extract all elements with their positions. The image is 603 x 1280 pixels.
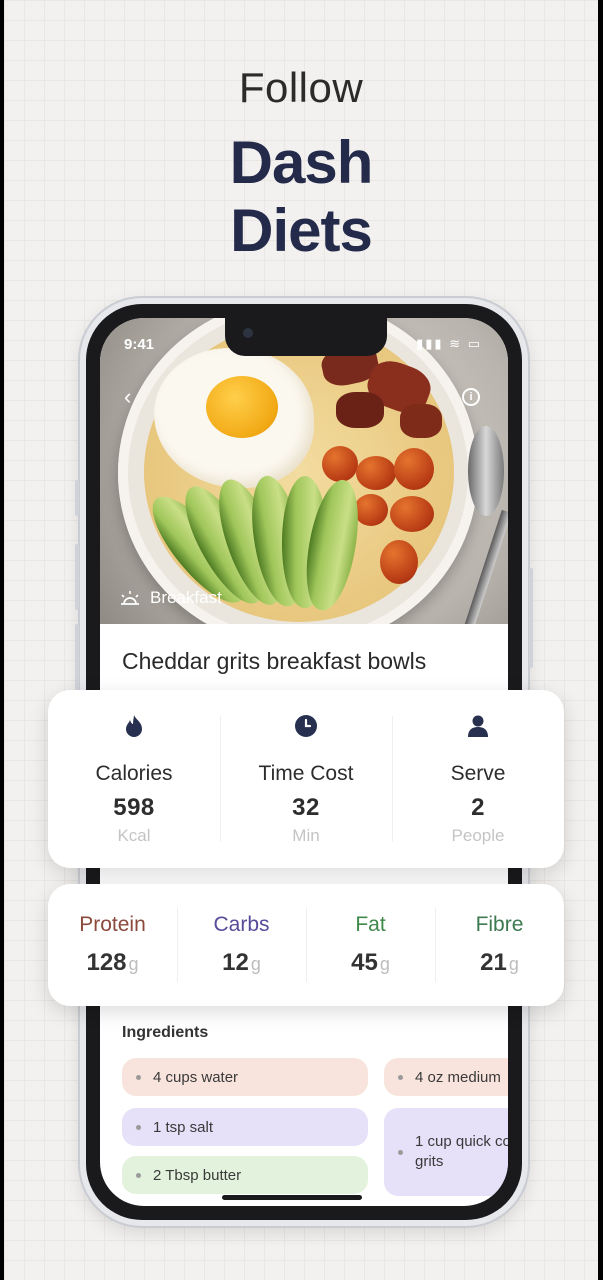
macros-card: Protein 128 g Carbs 12 g Fat 45 g Fibre 21 g — [48, 884, 564, 1006]
macro-unit: g — [128, 954, 139, 974]
macro-unit: g — [250, 954, 261, 974]
stat-label: Time Cost — [258, 762, 354, 785]
tomato-image — [356, 456, 396, 490]
ingredient-text: 2 Tbsp butter — [153, 1166, 242, 1184]
macro-fibre: Fibre 21 g — [435, 884, 564, 1006]
ingredient-chip[interactable]: 4 oz medium — [384, 1058, 508, 1096]
macro-name: Carbs — [213, 913, 270, 936]
macro-name: Fibre — [475, 913, 524, 936]
stat-label: Serve — [450, 762, 506, 785]
phone-mute-switch — [75, 480, 79, 516]
bullet-dot — [398, 1149, 403, 1155]
ingredient-chip[interactable]: 1 cup quick co grits — [384, 1108, 508, 1196]
phone-volume-down — [75, 624, 79, 690]
macro-name: Protein — [79, 913, 146, 936]
bullet-dot — [136, 1074, 141, 1080]
tomato-image — [380, 540, 418, 584]
recipe-hero-photo — [100, 318, 508, 624]
recipe-stats-card: Calories 598 Kcal Time Cost 32 Min Serve… — [48, 690, 564, 868]
macro-value-row: 12 g — [177, 949, 306, 977]
status-bar-icons: ▮▮▮ ≋ ▭ — [416, 336, 482, 351]
spoon-image — [468, 426, 504, 516]
recipe-title: Cheddar grits breakfast bowls — [122, 648, 427, 674]
stat-time-cost: Time Cost 32 Min — [220, 690, 392, 868]
macro-fat: Fat 45 g — [306, 884, 435, 1006]
ingredient-chip[interactable]: 2 Tbsp butter — [122, 1156, 368, 1194]
ingredient-chip[interactable]: 4 cups water — [122, 1058, 368, 1096]
promo-line-follow: Follow — [238, 64, 364, 111]
ingredient-text: 4 cups water — [153, 1068, 239, 1086]
bullet-dot — [398, 1074, 403, 1080]
promo-line-dash: Dash — [229, 129, 374, 196]
promo-canvas: Follow Dash Diets 9:41 ▮▮▮ ≋ ▭ ‹ i Break… — [4, 0, 598, 1280]
macro-value: 45 — [351, 949, 378, 976]
phone-volume-up — [75, 544, 79, 610]
tomato-image — [394, 448, 434, 490]
macro-protein: Protein 128 g — [48, 884, 177, 1006]
stat-unit: Min — [292, 826, 320, 845]
stat-unit: People — [451, 826, 505, 845]
info-icon[interactable]: i — [462, 388, 480, 406]
tomato-image — [390, 496, 434, 532]
macro-value-row: 45 g — [306, 949, 435, 977]
ingredient-text: 1 cup quick co grits — [415, 1133, 508, 1170]
ingredients-title: Ingredients — [122, 1024, 209, 1041]
stat-label: Calories — [95, 762, 173, 785]
bacon-image — [336, 392, 384, 428]
promo-line-diets: Diets — [230, 197, 373, 264]
macro-value: 128 — [86, 949, 127, 976]
sunrise-icon — [121, 591, 139, 605]
meal-type-tag: Breakfast — [118, 588, 222, 608]
phone-notch — [225, 318, 387, 356]
chevron-left-icon[interactable]: ‹ — [124, 384, 131, 410]
tomato-image — [322, 446, 358, 482]
home-indicator[interactable] — [222, 1195, 362, 1200]
stat-value: 598 — [113, 794, 155, 821]
phone-power-button — [529, 568, 533, 668]
stat-calories: Calories 598 Kcal — [48, 690, 220, 868]
ingredient-text: 4 oz medium — [415, 1068, 501, 1086]
macro-carbs: Carbs 12 g — [177, 884, 306, 1006]
clock-icon — [295, 715, 317, 737]
flame-icon — [126, 715, 142, 737]
ingredient-chip[interactable]: 1 tsp salt — [122, 1108, 368, 1146]
stat-serve: Serve 2 People — [392, 690, 564, 868]
macro-unit: g — [379, 954, 390, 974]
macro-value: 12 — [222, 949, 249, 976]
macro-value: 21 — [480, 949, 507, 976]
front-camera — [243, 328, 253, 338]
person-icon — [468, 715, 488, 737]
bullet-dot — [136, 1172, 141, 1178]
meal-type-label: Breakfast — [150, 588, 222, 607]
stat-value: 2 — [471, 794, 485, 821]
stat-unit: Kcal — [117, 826, 151, 845]
macro-value-row: 21 g — [435, 949, 564, 977]
egg-yolk-image — [206, 376, 278, 438]
bacon-image — [400, 404, 442, 438]
tomato-image — [354, 494, 388, 526]
macro-name: Fat — [355, 913, 386, 936]
bullet-dot — [136, 1124, 141, 1130]
macro-unit: g — [508, 954, 519, 974]
ingredient-text: 1 tsp salt — [153, 1118, 214, 1136]
status-bar-time: 9:41 — [124, 336, 155, 353]
macro-value-row: 128 g — [48, 949, 177, 977]
stat-value: 32 — [292, 794, 320, 821]
